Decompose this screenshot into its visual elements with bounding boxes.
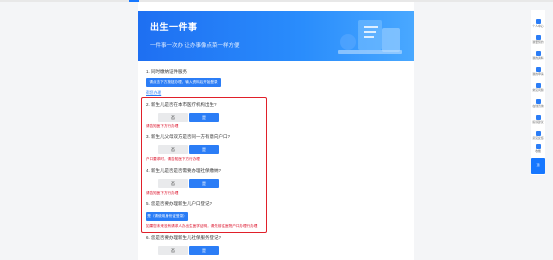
banner-illustration [338,20,402,54]
sidebar-item-complaint[interactable]: 投诉建议 [531,113,545,129]
q2-no-button[interactable]: 否 [158,113,188,122]
hero-banner: 出生一件事 一件事一次办 让办事像点菜一样方便 [138,11,414,61]
question-2: 2. 新生儿是否在本市医疗机构出生? [146,102,217,107]
q2-yes-button[interactable]: 是 [189,113,219,122]
sidebar-item-chat[interactable]: 在线咨询 [531,97,545,113]
question-3: 3. 新生儿父母双方是否同一方有意向户口? [146,134,231,139]
q2-warning: 请告知医下方行办理 [146,124,179,128]
q4-no-button[interactable]: 否 [158,179,188,188]
q5-yes-login-button[interactable]: 是（请使用身份证登录） [146,212,188,221]
question-4: 4. 新生儿是否是否需要办理社保缴纳? [146,168,222,173]
banner-subtitle: 一件事一次办 让办事像点菜一样方便 [150,43,240,49]
sidebar-item-faq[interactable]: 常见问题 [531,81,545,97]
question-6: 6. 您是否要办理新生儿社保服务登记? [146,235,222,240]
q3-no-button[interactable]: 否 [158,145,188,154]
question-5: 5. 您是否要办理新生儿户口登记? [146,201,213,206]
sidebar-item-personal[interactable]: 个人中心 [531,17,545,33]
banner-title: 出生一件事 [150,22,198,32]
sidebar-item-favorite[interactable]: 收藏 [531,142,545,158]
q3-yes-button[interactable]: 是 [189,145,219,154]
q4-yes-button[interactable]: 是 [189,179,219,188]
back-to-top-label: 顶 [536,163,540,167]
question-1: 1. 同时缴纳证件服务 [146,69,188,74]
q4-warning: 请告知医下方行办理 [146,191,179,195]
q3-warning: 户口要求时，请告知医下方行办理 [146,157,200,161]
sidebar-item-applications[interactable]: 我的申请 [531,65,545,81]
q5-warning: 如果您未来没有请求人办出生医学证明，请先前往医院户口办理行办理 [146,224,258,228]
q6-yes-button[interactable]: 是 [189,246,219,255]
sidebar-item-appointment[interactable]: 我要预约 [531,33,545,49]
start-service-button[interactable]: 请点击下方按钮办理，输入资料后开始登录 [146,78,221,87]
sidebar-item-documents[interactable]: 我的资料 [531,49,545,65]
help-link[interactable]: 帮您办理 [146,91,161,96]
q6-no-button[interactable]: 否 [158,246,188,255]
